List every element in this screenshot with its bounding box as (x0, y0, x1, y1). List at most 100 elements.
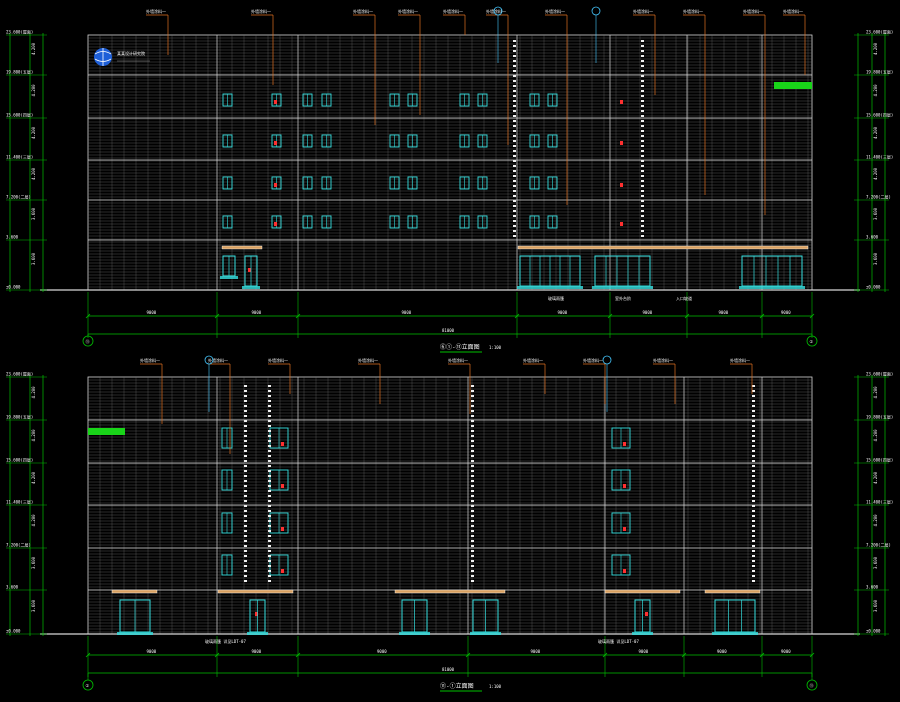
stair-mark (641, 175, 644, 177)
door-step (220, 276, 238, 279)
stair-mark (244, 555, 247, 557)
grid-bubble-label: ① (810, 339, 814, 344)
callout-label: 外墙涂料一 (486, 8, 506, 14)
stair-mark (752, 560, 755, 562)
stair-mark (268, 520, 271, 522)
red-accent (281, 484, 284, 488)
dimension-label: 4.200 (873, 429, 878, 442)
stair-mark (752, 495, 755, 497)
stair-mark (244, 545, 247, 547)
stair-mark (268, 515, 271, 517)
top-caption: ⑥①-⑪立面图 (440, 343, 480, 351)
bottom-note-0: 玻璃雨篷 详见LDT-07 (205, 638, 246, 644)
door-step (632, 632, 653, 635)
canopy (111, 589, 158, 594)
elevation-label: 23.600(屋面) (6, 29, 33, 35)
elevation-label: 19.800(五层) (866, 69, 893, 75)
stair-mark (268, 445, 271, 447)
elevation-label: 7.200(二层) (6, 542, 31, 548)
callout-label: 外墙涂料一 (443, 8, 463, 14)
stair-mark (244, 560, 247, 562)
stair-mark (752, 540, 755, 542)
stair-mark (752, 400, 755, 402)
dimension-label: 4.200 (31, 386, 36, 399)
stair-mark (244, 435, 247, 437)
dimension-label: 4.200 (873, 167, 878, 180)
bay-dim-label: 9000 (531, 649, 541, 654)
stair-mark (244, 420, 247, 422)
stair-mark (513, 95, 516, 97)
stair-mark (752, 525, 755, 527)
stair-mark (268, 470, 271, 472)
stair-mark (471, 515, 474, 517)
stair-mark (752, 545, 755, 547)
stair-mark (244, 385, 247, 387)
stair-mark (268, 560, 271, 562)
stair-mark (268, 495, 271, 497)
canopy (704, 589, 761, 594)
stair-mark (752, 530, 755, 532)
stair-mark (513, 190, 516, 192)
stair-mark (641, 120, 644, 122)
door-step (517, 286, 583, 289)
stair-mark (752, 430, 755, 432)
stair-mark (752, 440, 755, 442)
stair-mark (268, 555, 271, 557)
stair-mark (752, 435, 755, 437)
stair-mark (268, 440, 271, 442)
stair-mark (471, 455, 474, 457)
stair-mark (471, 480, 474, 482)
stair-mark (752, 565, 755, 567)
dimension-label: 4.200 (873, 514, 878, 527)
overall-dim-label: 81000 (442, 667, 455, 672)
stair-mark (641, 225, 644, 227)
elevation-label: 19.800(五层) (866, 414, 893, 420)
top-scale: 1:100 (489, 345, 502, 350)
stair-mark (641, 230, 644, 232)
stair-mark (641, 60, 644, 62)
callout-label: 外墙涂料一 (523, 357, 543, 363)
callout-label: 外墙涂料一 (146, 8, 166, 14)
callout-label: 外墙涂料一 (743, 8, 763, 14)
stair-mark (641, 190, 644, 192)
stair-mark (513, 115, 516, 117)
door-step (117, 632, 153, 635)
stair-mark (244, 520, 247, 522)
stair-mark (752, 420, 755, 422)
bay-dim-label: 9000 (252, 310, 262, 315)
red-accent (274, 183, 277, 187)
stair-mark (513, 185, 516, 187)
elevation-label: 15.600(四层) (6, 457, 33, 463)
elevation-label: 11.400(三层) (866, 499, 893, 505)
callout-label: 外墙涂料一 (633, 8, 653, 14)
callout-label: 外墙涂料一 (683, 8, 703, 14)
stair-mark (513, 60, 516, 62)
stair-mark (471, 550, 474, 552)
stair-mark (641, 185, 644, 187)
stair-mark (471, 580, 474, 582)
stair-mark (752, 395, 755, 397)
stair-mark (641, 130, 644, 132)
stair-mark (471, 485, 474, 487)
red-accent (248, 268, 251, 272)
elevation-label: 15.600(四层) (6, 112, 33, 118)
stair-mark (268, 425, 271, 427)
dimension-label: 4.200 (873, 126, 878, 139)
stair-mark (244, 470, 247, 472)
stair-mark (244, 430, 247, 432)
dimension-label: 4.200 (31, 429, 36, 442)
stair-mark (471, 410, 474, 412)
stair-mark (471, 420, 474, 422)
stair-mark (471, 505, 474, 507)
stair-mark (268, 570, 271, 572)
elevation-label: 3.600 (6, 585, 19, 590)
canopy (604, 589, 681, 594)
stair-mark (752, 505, 755, 507)
stair-mark (268, 535, 271, 537)
stair-mark (513, 75, 516, 77)
stair-mark (244, 525, 247, 527)
stair-mark (752, 570, 755, 572)
logo-text: 某某设计研究院 (117, 50, 145, 56)
canopy (217, 589, 294, 594)
stair-mark (244, 500, 247, 502)
